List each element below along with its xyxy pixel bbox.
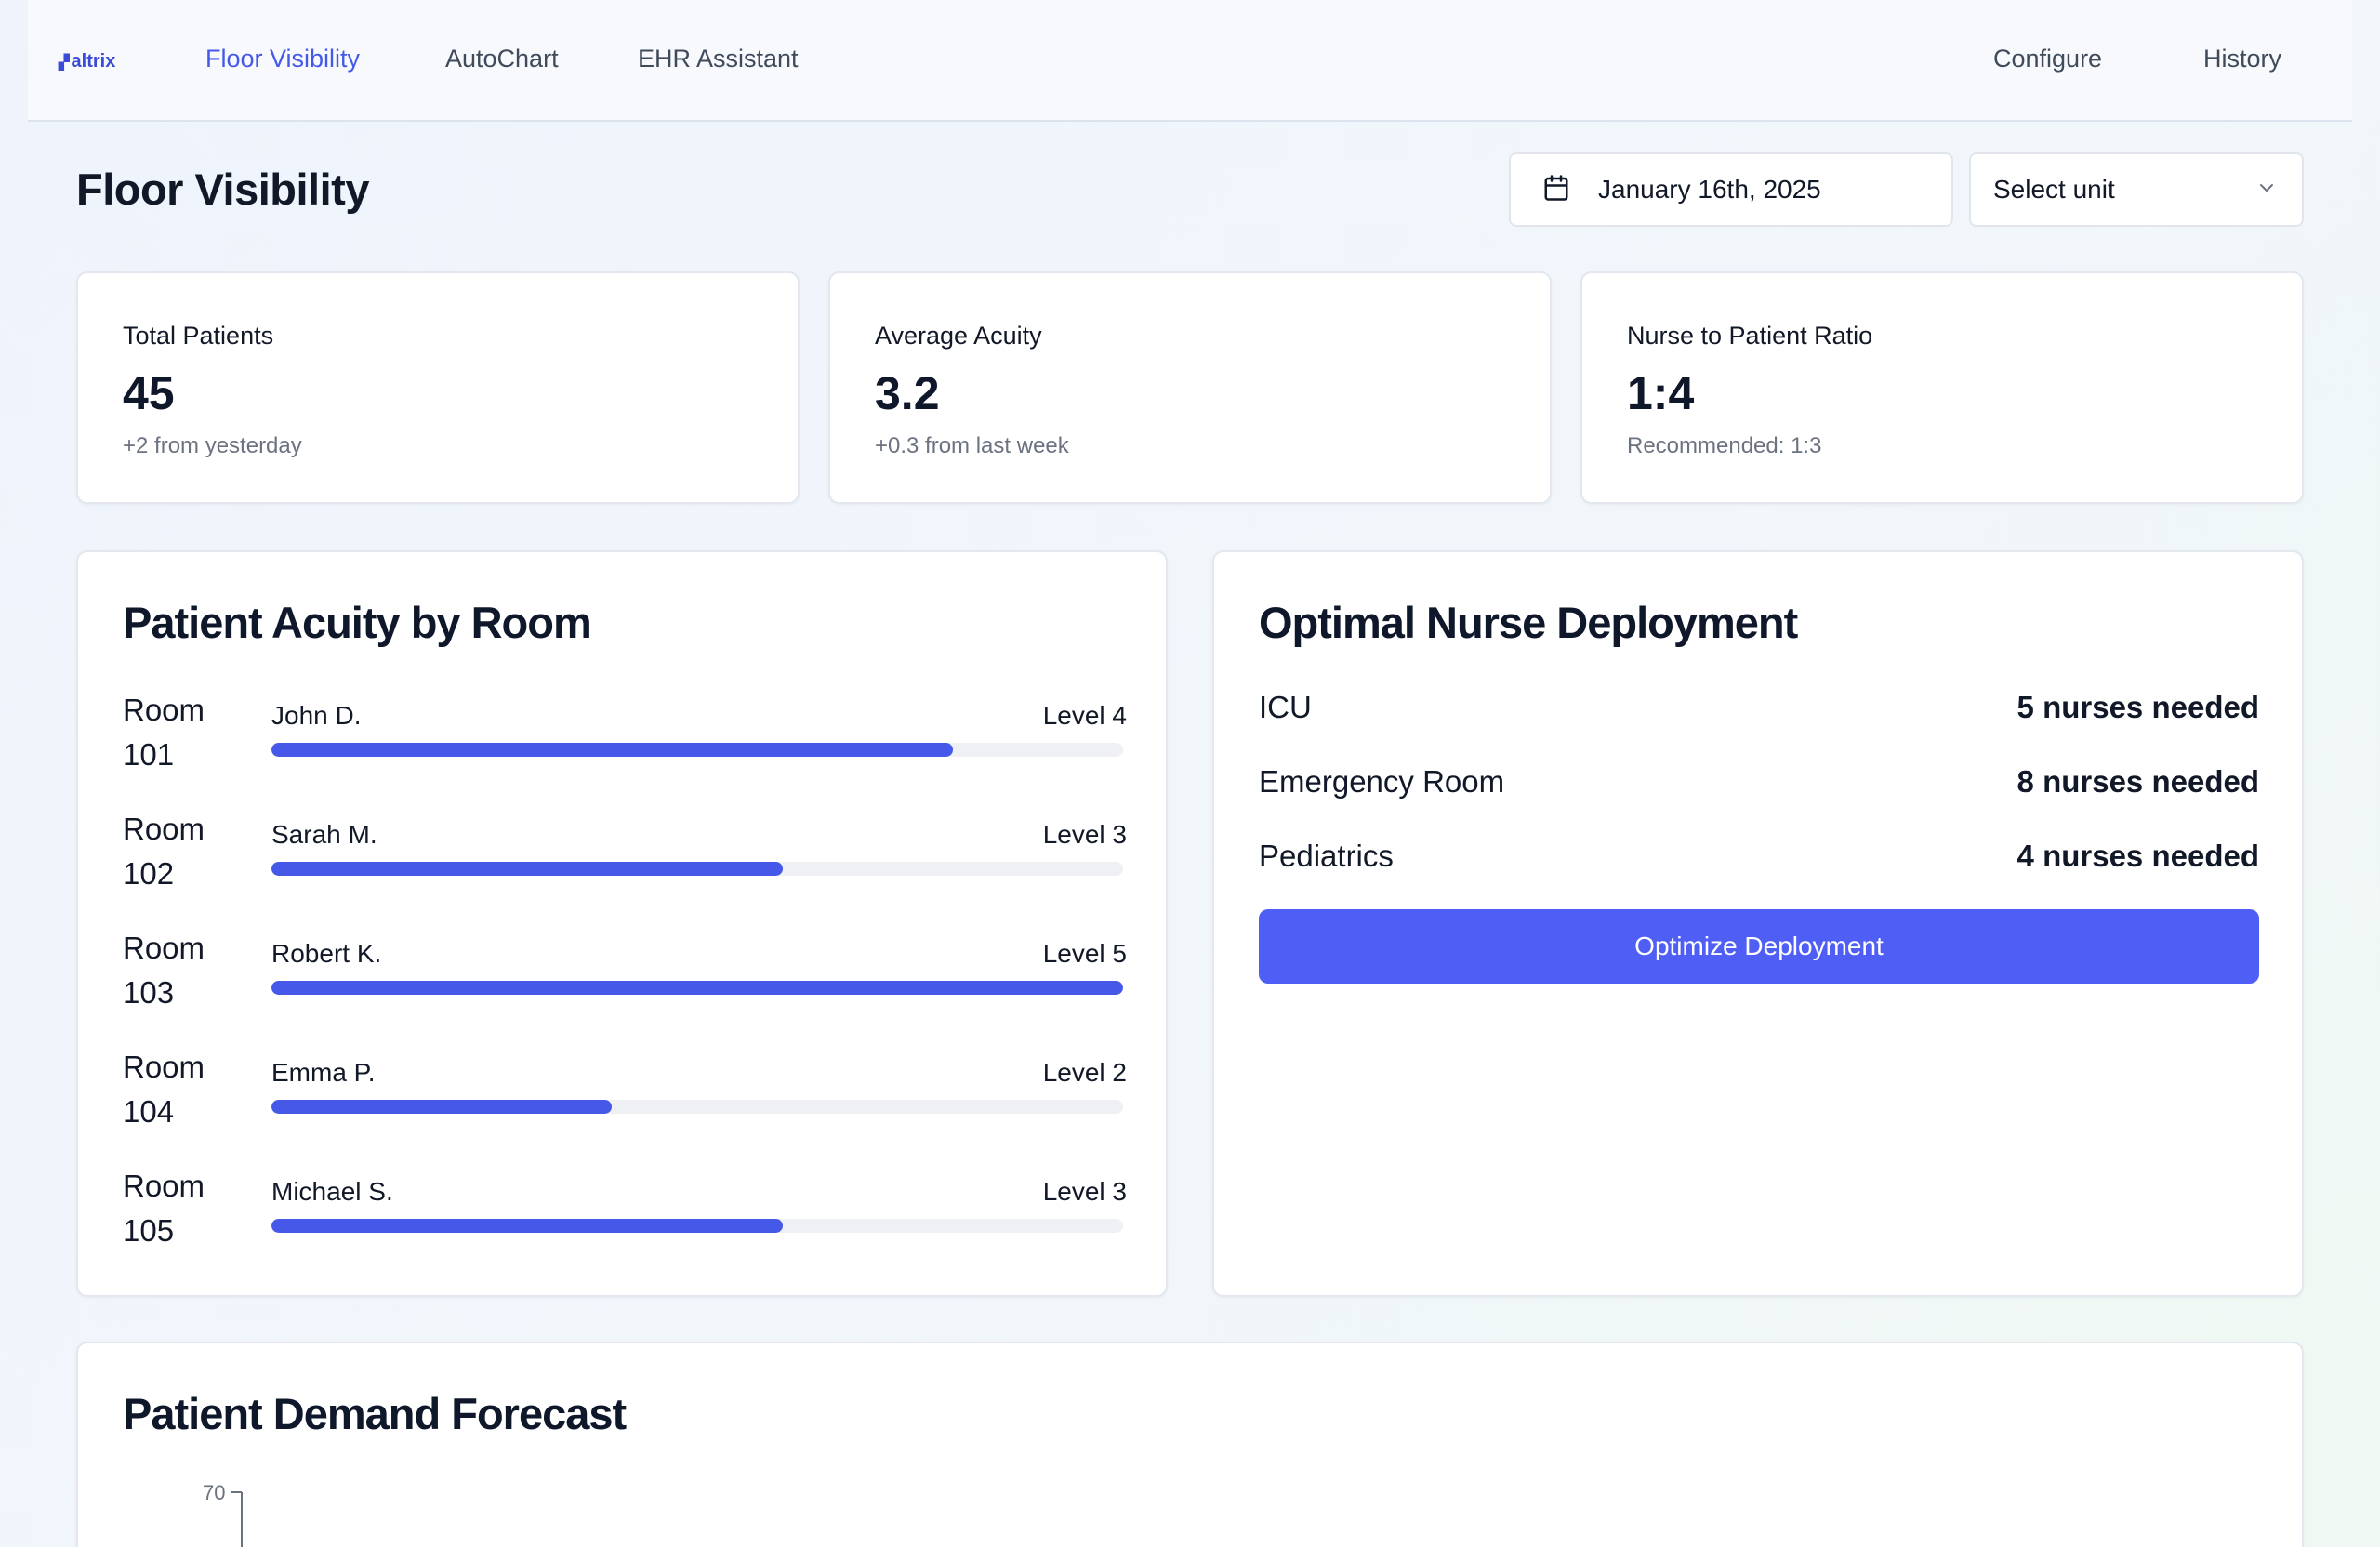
room-label: Room 104 <box>123 1045 234 1134</box>
optimize-deployment-button[interactable]: Optimize Deployment <box>1259 909 2259 984</box>
nav-link-floor-visibility[interactable]: Floor Visibility <box>205 45 360 73</box>
stat-label: Total Patients <box>123 322 274 350</box>
y-axis-line <box>231 1491 243 1547</box>
patient-name: Sarah M. <box>271 820 377 849</box>
acuity-row: Room 104 Emma P. Level 2 <box>123 1045 1127 1138</box>
unit-name: Pediatrics <box>1259 839 1394 873</box>
nurse-deployment-card: Optimal Nurse Deployment ICU 5 nurses ne… <box>1212 550 2304 1297</box>
room-label: Room 105 <box>123 1164 234 1253</box>
date-picker-button[interactable]: January 16th, 2025 <box>1509 152 1953 227</box>
acuity-row: Room 101 John D. Level 4 <box>123 688 1127 781</box>
nurses-needed: 4 nurses needed <box>2016 839 2259 873</box>
acuity-bar-track <box>271 862 1123 876</box>
room-word: Room <box>123 931 205 965</box>
room-number: 105 <box>123 1213 175 1248</box>
unit-select[interactable]: Select unit <box>1969 152 2304 227</box>
acuity-level: Level 3 <box>1042 820 1127 849</box>
deployment-row: ICU 5 nurses needed <box>1259 690 2259 736</box>
acuity-bar-fill <box>271 1219 783 1233</box>
stat-card-average-acuity: Average Acuity 3.2 +0.3 from last week <box>828 271 1552 504</box>
stat-card-nurse-ratio: Nurse to Patient Ratio 1:4 Recommended: … <box>1580 271 2304 504</box>
room-label: Room 102 <box>123 807 234 896</box>
stat-label: Average Acuity <box>875 322 1042 350</box>
patient-acuity-card: Patient Acuity by Room Room 101 John D. … <box>76 550 1168 1297</box>
acuity-bar-fill <box>271 743 953 757</box>
acuity-bar-track <box>271 1219 1123 1233</box>
section-title: Optimal Nurse Deployment <box>1259 598 1798 647</box>
nav-link-ehr-assistant[interactable]: EHR Assistant <box>638 45 799 73</box>
patient-name: John D. <box>271 701 362 730</box>
acuity-level: Level 4 <box>1042 701 1127 730</box>
patient-name: Emma P. <box>271 1058 376 1087</box>
unit-select-value: Select unit <box>1993 175 2115 204</box>
room-label: Room 101 <box>123 688 234 777</box>
room-word: Room <box>123 693 205 727</box>
patient-name: Michael S. <box>271 1177 393 1206</box>
acuity-row: Room 102 Sarah M. Level 3 <box>123 807 1127 900</box>
stat-value: 1:4 <box>1627 367 1695 419</box>
room-number: 101 <box>123 737 175 772</box>
altrix-logo[interactable]: ▞ altrix <box>59 51 115 73</box>
logo-text: altrix <box>71 51 116 72</box>
deployment-row: Pediatrics 4 nurses needed <box>1259 839 2259 885</box>
calendar-icon <box>1542 174 1570 206</box>
stat-subtext: +2 from yesterday <box>123 433 302 458</box>
acuity-level: Level 5 <box>1042 939 1127 968</box>
room-word: Room <box>123 1050 205 1084</box>
acuity-bar-track <box>271 1100 1123 1114</box>
date-value: January 16th, 2025 <box>1598 175 1821 204</box>
acuity-row: Room 105 Michael S. Level 3 <box>123 1164 1127 1257</box>
acuity-bar-fill <box>271 981 1123 995</box>
acuity-bar-track <box>271 743 1123 757</box>
section-title: Patient Acuity by Room <box>123 598 592 647</box>
room-number: 103 <box>123 975 175 1010</box>
patient-name: Robert K. <box>271 939 382 968</box>
page-title: Floor Visibility <box>76 165 369 214</box>
stat-subtext: +0.3 from last week <box>875 433 1069 458</box>
stat-label: Nurse to Patient Ratio <box>1627 322 1873 350</box>
nav-link-autochart[interactable]: AutoChart <box>445 45 559 73</box>
top-nav: ▞ altrix Floor Visibility AutoChart EHR … <box>28 0 2352 122</box>
y-axis-tick-label: 70 <box>203 1481 226 1504</box>
stat-value: 45 <box>123 367 175 419</box>
acuity-level: Level 2 <box>1042 1058 1127 1087</box>
stat-card-total-patients: Total Patients 45 +2 from yesterday <box>76 271 800 504</box>
nurses-needed: 5 nurses needed <box>2016 690 2259 724</box>
logo-mark-icon: ▞ <box>59 54 70 71</box>
stat-value: 3.2 <box>875 367 940 419</box>
patient-demand-forecast-card: Patient Demand Forecast 70 <box>76 1342 2304 1547</box>
room-number: 104 <box>123 1094 175 1129</box>
stat-subtext: Recommended: 1:3 <box>1627 433 1822 458</box>
unit-name: Emergency Room <box>1259 764 1505 799</box>
nurses-needed: 8 nurses needed <box>2016 764 2259 799</box>
acuity-bar-track <box>271 981 1123 995</box>
acuity-bar-fill <box>271 862 783 876</box>
room-label: Room 103 <box>123 926 234 1015</box>
deployment-row: Emergency Room 8 nurses needed <box>1259 764 2259 811</box>
acuity-row: Room 103 Robert K. Level 5 <box>123 926 1127 1019</box>
section-title: Patient Demand Forecast <box>123 1389 627 1438</box>
acuity-level: Level 3 <box>1042 1177 1127 1206</box>
chevron-down-icon <box>2255 177 2278 204</box>
room-number: 102 <box>123 856 175 891</box>
unit-name: ICU <box>1259 690 1312 724</box>
nav-link-configure[interactable]: Configure <box>1993 45 2102 73</box>
nav-link-history[interactable]: History <box>2203 45 2281 73</box>
acuity-bar-fill <box>271 1100 613 1114</box>
room-word: Room <box>123 1169 205 1203</box>
room-word: Room <box>123 812 205 846</box>
